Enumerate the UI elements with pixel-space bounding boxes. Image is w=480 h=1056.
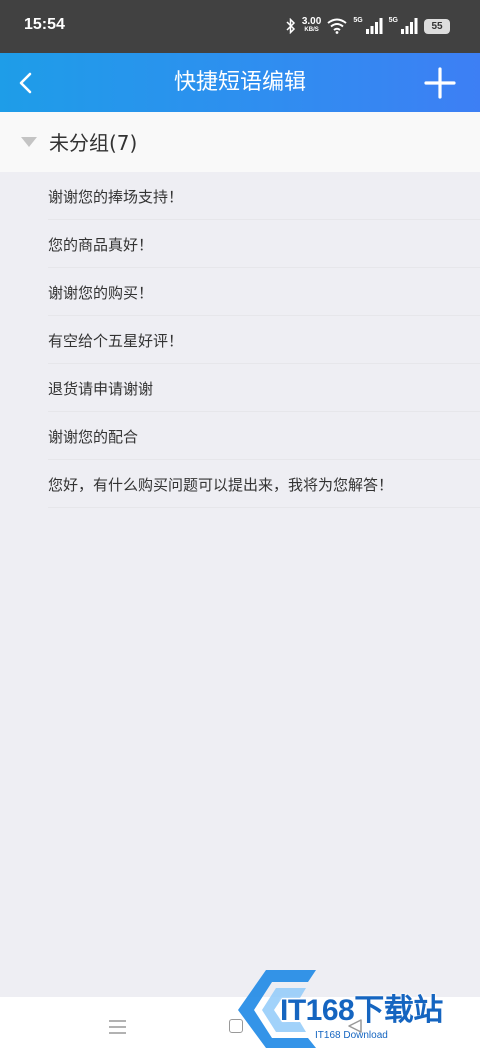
top-navbar: 快捷短语编辑: [0, 53, 480, 112]
expand-triangle-icon[interactable]: [21, 137, 37, 147]
signal-icon: [365, 18, 383, 34]
plus-icon: [424, 67, 456, 99]
phrase-item[interactable]: 您的商品真好！: [48, 220, 480, 268]
group-title[interactable]: 未分组(7): [49, 112, 137, 174]
watermark-text: IT168下载站: [280, 994, 443, 1027]
network-speed: 3.00 KB/S: [301, 16, 322, 34]
menu-icon[interactable]: [109, 1020, 126, 1034]
phrase-item[interactable]: 有空给个五星好评！: [48, 316, 480, 364]
add-phrase-button[interactable]: [422, 65, 458, 101]
phrase-item[interactable]: 谢谢您的捧场支持！: [48, 172, 480, 220]
network-type-2: 5G: [388, 16, 398, 24]
bluetooth-icon: [286, 18, 295, 34]
page-title: 快捷短语编辑: [173, 70, 306, 95]
wifi-icon: [327, 18, 347, 34]
status-time: 15:54: [24, 16, 65, 33]
battery-icon: 55: [424, 18, 450, 34]
phrase-item[interactable]: 您好，有什么购买问题可以提出来，我将为您解答！: [48, 460, 480, 508]
network-type-1: 5G: [353, 16, 363, 24]
signal-icon-2: [401, 18, 418, 34]
status-icons: 3.00 KB/S 5G 5G 55: [286, 15, 450, 37]
phrase-list: 谢谢您的捧场支持！ 您的商品真好！ 谢谢您的购买！ 有空给个五星好评！ 退货请申…: [0, 172, 480, 508]
phrase-item[interactable]: 谢谢您的配合: [48, 412, 480, 460]
watermark-subtext: IT168 Download: [315, 1030, 388, 1041]
phrase-item[interactable]: 谢谢您的购买！: [48, 268, 480, 316]
phrase-item[interactable]: 退货请申请谢谢: [48, 364, 480, 412]
status-bar: 15:54 3.00 KB/S 5G 5G 55: [0, 0, 480, 53]
